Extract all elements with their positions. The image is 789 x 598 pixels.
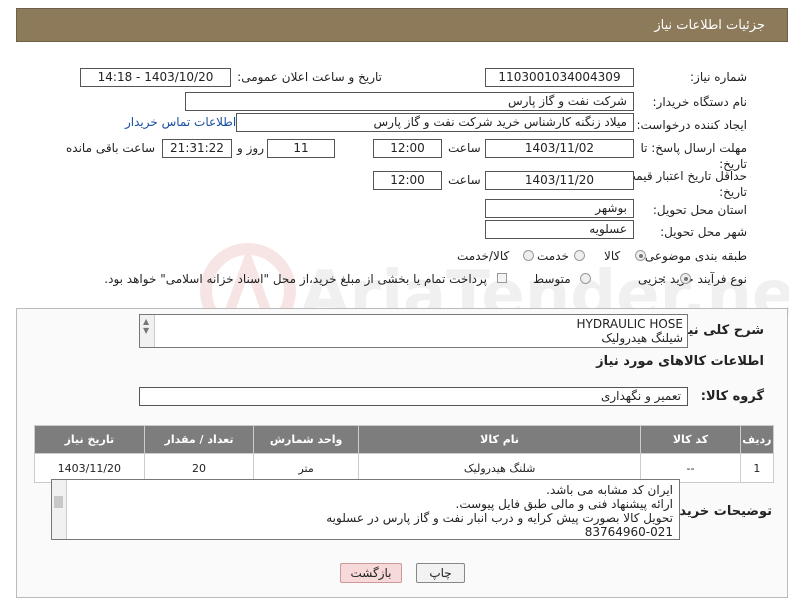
send-deadline-time-label: ساعت [448,141,481,155]
need-number-field[interactable]: 1103001034004309 [485,68,634,87]
cell-row: 1 [739,453,775,483]
col-qty-header: تعداد / مقدار [143,425,255,454]
description-textarea[interactable]: ▲ ▼ HYDRAULIC HOSE شیلنگ هیدرولیک [139,314,688,348]
category-goods-radio[interactable] [635,250,646,261]
treasury-bonds-checkbox[interactable] [497,273,507,283]
price-validity-time-label: ساعت [448,173,481,187]
buyer-contact-link[interactable]: اطلاعات تماس خریدار [125,115,236,129]
category-service-radio[interactable] [574,250,585,261]
buyer-notes-line: 83764960-021 [584,525,673,539]
city-label: شهر محل تحویل: [660,225,747,239]
col-row-header: ردیف [739,425,775,454]
col-code-header: کد کالا [640,425,741,454]
process-label: نوع فرآیند خرید : [662,272,747,286]
process-minor-radio[interactable] [680,273,691,284]
send-deadline-date-field[interactable]: 1403/11/02 [485,139,634,158]
page-title: جزئیات اطلاعات نیاز [654,18,765,33]
buyer-notes-line: تحویل کالا بصورت پیش کرایه و درب انبار ن… [326,511,673,525]
remaining-time-field[interactable]: 21:31:22 [162,139,232,158]
province-field[interactable]: بوشهر [485,199,634,218]
send-deadline-days-field[interactable]: 11 [267,139,335,158]
process-medium-label: متوسط [533,272,571,286]
announce-datetime-label: تاریخ و ساعت اعلان عمومی: [237,70,382,84]
requester-label: ایجاد کننده درخواست: [636,118,747,132]
price-validity-time-field[interactable]: 12:00 [373,171,442,190]
price-validity-date-field[interactable]: 1403/11/20 [485,171,634,190]
send-deadline-days-label: روز و [237,141,264,155]
province-label: استان محل تحویل: [652,203,747,217]
col-date-header: تاریخ نیاز [34,425,145,454]
description-scrollbar[interactable]: ▲ ▼ [140,315,155,347]
buyer-notes-scrollbar[interactable] [52,480,67,539]
items-table: ردیف کد کالا نام کالا واحد شمارش تعداد /… [34,425,775,483]
col-unit-header: واحد شمارش [253,425,359,454]
page-header: جزئیات اطلاعات نیاز [16,8,788,42]
back-button[interactable]: بازگشت [340,563,402,583]
buyer-org-label: نام دستگاه خریدار: [652,95,748,109]
send-deadline-time-field[interactable]: 12:00 [373,139,442,158]
remaining-time-label: ساعت باقی مانده [66,141,156,155]
treasury-bonds-note: پرداخت تمام یا بخشی از مبلغ خرید،از محل … [104,272,487,286]
process-minor-label: جزیی [638,272,666,286]
requester-field[interactable]: میلاد زنگنه کارشناس خرید شرکت نفت و گاز … [236,113,634,132]
buyer-notes-textarea[interactable]: ایران کد مشابه می باشد. ارائه پیشنهاد فن… [51,479,680,540]
process-medium-radio[interactable] [580,273,591,284]
city-field[interactable]: عسلویه [485,220,634,239]
buyer-notes-line: ارائه پیشنهاد فنی و مالی طبق فایل پیوست. [455,497,673,511]
buyer-notes-line: ایران کد مشابه می باشد. [546,483,673,497]
category-label: طبقه بندی موضوعی: [640,249,747,263]
category-service-label: خدمت [537,249,569,263]
description-line: HYDRAULIC HOSE [576,317,683,331]
buyer-org-field[interactable]: شرکت نفت و گاز پارس [185,92,634,111]
need-number-label: شماره نیاز: [690,70,747,84]
items-table-header: ردیف کد کالا نام کالا واحد شمارش تعداد /… [34,425,775,454]
description-line: شیلنگ هیدرولیک [601,331,683,345]
announce-datetime-field[interactable]: 1403/10/20 - 14:18 [80,68,231,87]
print-button[interactable]: چاپ [416,563,465,583]
category-both-label: کالا/خدمت [457,249,510,263]
goods-group-label: گروه کالا: [700,389,764,404]
goods-section-title: اطلاعات کالاهای مورد نیاز [596,354,764,369]
scroll-down-icon[interactable]: ▼ [143,326,149,335]
scroll-up-icon[interactable]: ▲ [143,317,149,326]
goods-group-field[interactable]: تعمیر و نگهداری [139,387,688,406]
category-both-radio[interactable] [523,250,534,261]
col-name-header: نام کالا [357,425,642,454]
category-goods-label: کالا [604,249,621,263]
scroll-thumb[interactable] [54,496,63,508]
